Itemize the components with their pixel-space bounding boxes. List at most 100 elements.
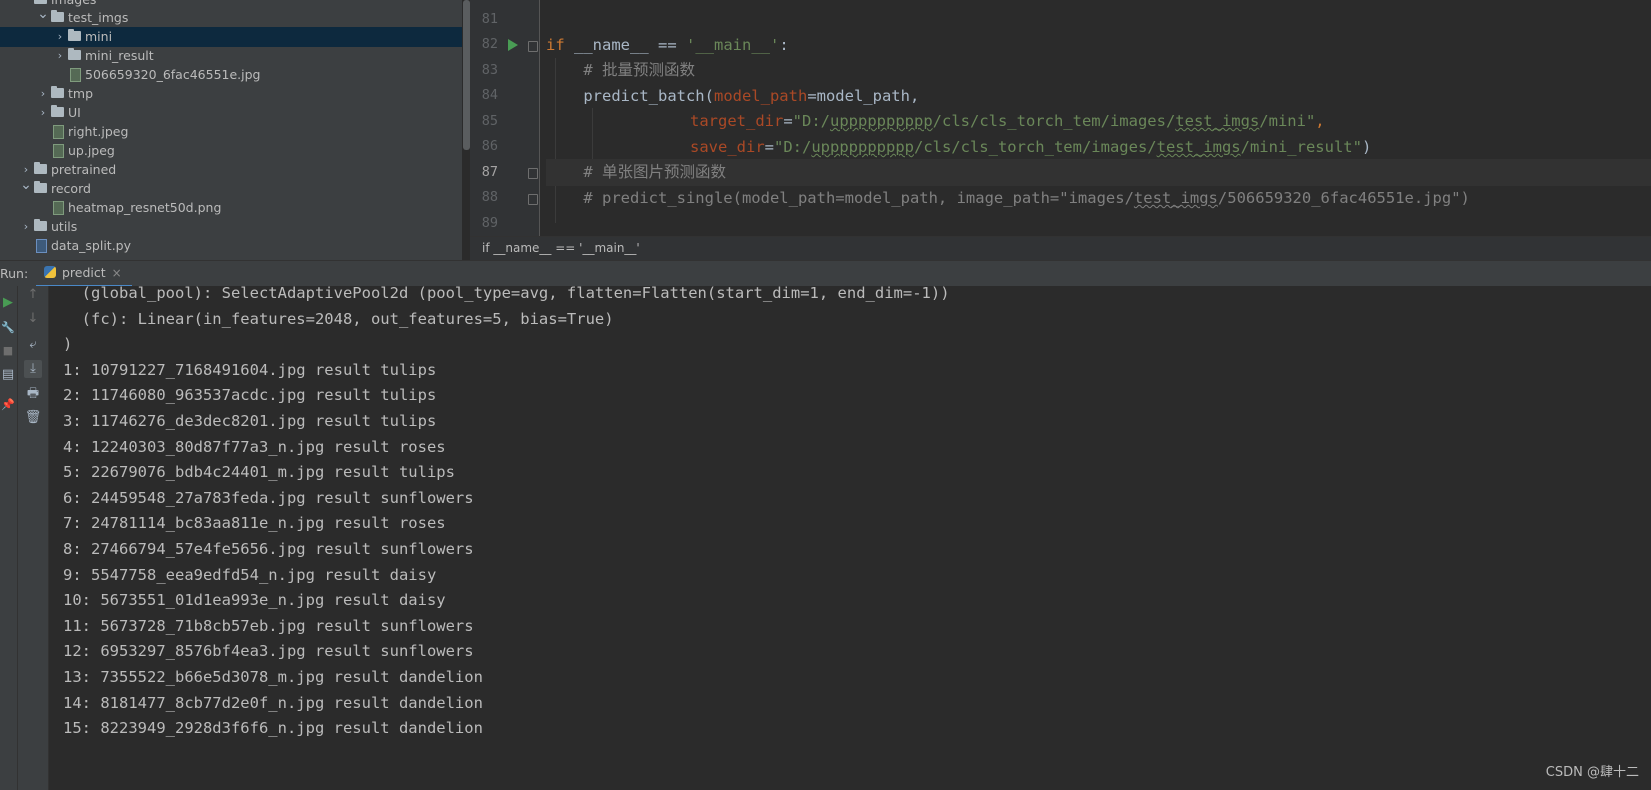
python-icon xyxy=(44,266,56,278)
code-line-88: # predict_single(model_path=model_path, … xyxy=(546,185,1651,212)
code-line-87: # 单张图片预测函数 xyxy=(546,159,1651,186)
console-line: 13: 7355522_b66e5d3078_m.jpg result dand… xyxy=(63,668,483,686)
chevron-right-icon[interactable]: › xyxy=(54,27,66,47)
string-literal-typo: upppppppppp xyxy=(811,138,914,156)
code-token: # predict_single(model_path=model_path, … xyxy=(546,189,1134,207)
run-label: Run: xyxy=(0,266,29,281)
close-icon[interactable]: × xyxy=(112,266,122,280)
line-number: 81 xyxy=(481,11,498,27)
tree-item[interactable]: › tmp xyxy=(0,84,462,104)
soft-wrap-icon[interactable]: ⤶ xyxy=(24,336,42,354)
chevron-right-icon[interactable]: › xyxy=(37,103,49,123)
param-name: save_dir xyxy=(690,138,765,156)
scroll-to-end-icon[interactable]: ⤓ xyxy=(24,360,42,378)
console-line: (fc): Linear(in_features=2048, out_featu… xyxy=(63,309,614,328)
code-token: predict_batch( xyxy=(546,87,714,105)
folder-icon xyxy=(34,162,47,174)
line-number: 89 xyxy=(481,215,498,231)
console-line: 15: 8223949_2928d3f6f6_n.jpg result dand… xyxy=(63,719,483,738)
arrow-down-icon[interactable]: ↓ xyxy=(24,310,42,328)
folder-icon xyxy=(34,181,47,193)
run-toolbar-primary: ▶ 🔧 ■ ▤ 📌 xyxy=(0,286,18,790)
line-number: 88 xyxy=(481,189,498,205)
tree-item[interactable]: › mini xyxy=(0,27,462,47)
console-line: 9: 5547758_eea9edfd54_n.jpg result daisy xyxy=(63,565,437,584)
chevron-down-icon[interactable]: ⌄ xyxy=(20,0,32,6)
code-line-82: if __name__ == '__main__': xyxy=(546,32,1651,59)
console-line: 7: 24781114_bc83aa811e_n.jpg result rose… xyxy=(63,514,446,533)
fold-icon[interactable] xyxy=(528,194,538,205)
code-editor[interactable]: 81 82 83 84 85 86 87 88 89 if __name__ =… xyxy=(470,0,1651,261)
image-file-icon xyxy=(53,201,64,215)
string-literal-typo: upppppppppp xyxy=(830,112,933,130)
string-literal: /mini_result" xyxy=(1240,138,1362,156)
trash-icon[interactable]: 🗑 xyxy=(24,409,42,427)
console-line: 4: 12240303_80d87f77a3_n.jpg result rose… xyxy=(63,437,446,456)
rerun-icon[interactable]: ▶ xyxy=(0,294,17,312)
tree-item-label: UI xyxy=(68,105,81,120)
run-tab-label: predict xyxy=(62,265,106,280)
code-line-84: predict_batch(model_path=model_path, xyxy=(546,83,1651,110)
code-token: __name__ == xyxy=(564,36,686,54)
tree-item-label: mini xyxy=(85,29,113,44)
console-line: 11: 5673728_71b8cb57eb.jpg result sunflo… xyxy=(63,616,474,635)
wrench-icon[interactable]: 🔧 xyxy=(0,319,17,337)
tree-item[interactable]: › UI xyxy=(0,103,462,123)
chevron-down-icon[interactable]: ⌄ xyxy=(20,175,32,195)
tree-item[interactable]: up.jpeg xyxy=(0,141,462,161)
string-literal-typo: test_imgs xyxy=(1175,112,1260,130)
keyword-if: if xyxy=(546,36,565,54)
tree-item-label: pretrained xyxy=(51,162,117,177)
run-console-output[interactable]: (global_pool): SelectAdaptivePool2d (poo… xyxy=(49,286,1651,790)
console-line: 8: 27466794_57e4fe5656.jpg result sunflo… xyxy=(63,540,474,558)
line-number: 84 xyxy=(481,87,498,103)
chevron-down-icon[interactable]: ⌄ xyxy=(37,4,49,24)
folder-icon xyxy=(51,10,64,22)
line-number: 82 xyxy=(481,36,498,52)
console-line: 2: 11746080_963537acdc.jpg result tulips xyxy=(63,386,437,405)
python-file-icon xyxy=(36,239,47,253)
tree-item[interactable]: ⌄ test_imgs xyxy=(0,6,462,28)
console-line: (global_pool): SelectAdaptivePool2d (poo… xyxy=(63,286,950,302)
tree-item-label: tmp xyxy=(68,86,94,101)
tree-item[interactable]: heatmap_resnet50d.png xyxy=(0,198,462,218)
layout-icon[interactable]: ▤ xyxy=(0,366,17,384)
tree-item[interactable]: 506659320_6fac46551e.jpg xyxy=(0,65,462,85)
arrow-up-icon[interactable]: ↑ xyxy=(24,286,42,304)
code-line-85: target_dir="D:/upppppppppp/cls/cls_torch… xyxy=(690,108,1651,135)
editor-gutter: 81 82 83 84 85 86 87 88 89 xyxy=(470,0,540,236)
console-line: 5: 22679076_bdb4c24401_m.jpg result tuli… xyxy=(63,463,455,482)
chevron-right-icon[interactable]: › xyxy=(54,46,66,66)
console-line: 1: 10791227_7168491604.jpg result tulips xyxy=(63,360,437,379)
run-tab-predict[interactable]: predict × xyxy=(36,261,132,288)
stop-icon[interactable]: ■ xyxy=(0,342,17,360)
code-token: /506659320_6fac46551e.jpg") xyxy=(1217,189,1470,207)
tree-item-label: heatmap_resnet50d.png xyxy=(68,200,222,215)
print-icon[interactable]: 🖶 xyxy=(24,385,42,403)
tree-item[interactable]: › mini_result xyxy=(0,46,462,66)
string-literal: '__main__' xyxy=(686,36,780,54)
folder-icon xyxy=(51,86,64,98)
line-number: 83 xyxy=(481,62,498,78)
watermark: CSDN @肆十二 xyxy=(1545,765,1639,780)
fold-icon[interactable] xyxy=(528,41,538,52)
chevron-right-icon[interactable]: › xyxy=(20,217,32,237)
tree-item-label: data_split.py xyxy=(51,238,132,253)
tree-item[interactable]: right.jpeg xyxy=(0,122,462,142)
chevron-right-icon[interactable]: › xyxy=(37,84,49,104)
string-literal: /cls/cls_torch_tem/images/ xyxy=(913,138,1157,156)
param-name: target_dir xyxy=(690,112,784,130)
code-token: ) xyxy=(1361,138,1372,156)
tree-item[interactable]: data_split.py xyxy=(0,236,462,256)
line-number: 86 xyxy=(481,138,498,154)
tree-item[interactable]: › utils xyxy=(0,217,462,237)
tree-item[interactable]: ⌄ record xyxy=(0,177,462,199)
breadcrumb[interactable]: if __name__ == '__main__' xyxy=(482,241,640,255)
run-gutter-icon[interactable] xyxy=(508,39,518,51)
tree-item[interactable]: › pretrained xyxy=(0,160,462,180)
fold-icon[interactable] xyxy=(528,168,538,179)
pin-icon[interactable]: 📌 xyxy=(0,396,17,414)
code-token: =model_path, xyxy=(807,87,920,105)
indent-guide xyxy=(592,108,593,160)
project-tree-scrollbar[interactable] xyxy=(463,0,470,150)
